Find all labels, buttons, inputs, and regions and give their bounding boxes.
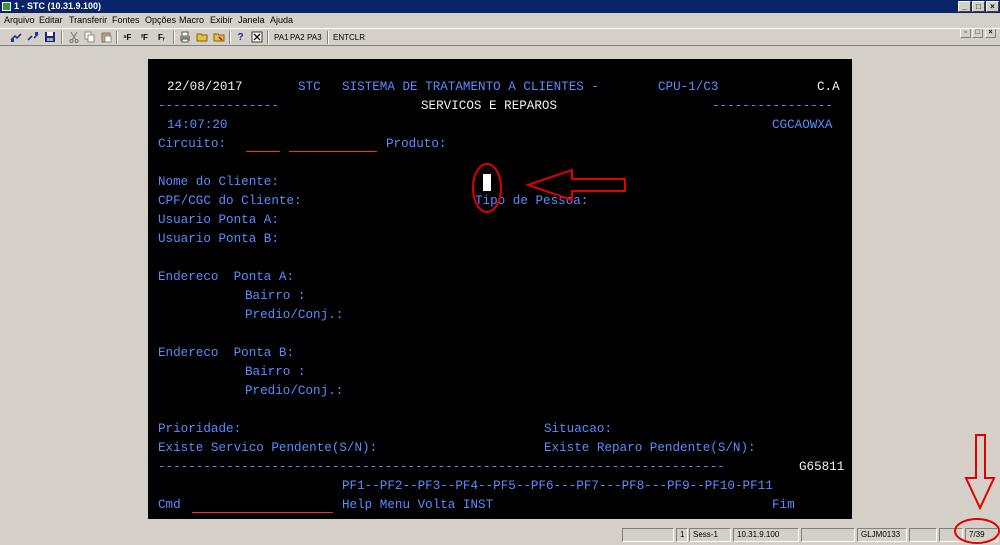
minimize-button[interactable]: _ — [958, 1, 971, 12]
toolbar-separator — [61, 31, 63, 44]
program-id: CGCAOWXA — [772, 118, 833, 132]
pf-keys-legend: PF1--PF2--PF3--PF4--PF5--PF6---PF7---PF8… — [342, 479, 773, 493]
endereco-ponta-a-label: Endereco Ponta A: — [158, 270, 295, 284]
circuito-field-2[interactable] — [289, 151, 377, 152]
menu-ajuda[interactable]: Ajuda — [270, 13, 293, 27]
toolbar-separator — [116, 31, 118, 44]
save-folder-icon[interactable] — [212, 31, 225, 44]
bottom-rule: ----------------------------------------… — [158, 460, 725, 474]
bairro-a-label: Bairro : — [245, 289, 306, 303]
cmd-label: Cmd — [158, 498, 181, 512]
tipo-pessoa-label: Tipo de Pessoa: — [475, 194, 589, 208]
clear-button[interactable]: CLR — [349, 31, 365, 44]
toolbar-separator — [327, 31, 329, 44]
app-icon[interactable] — [2, 2, 11, 11]
host-address: 10.31.9.100 — [733, 528, 799, 542]
status-blank-2 — [801, 528, 855, 542]
status-blank-4 — [939, 528, 963, 542]
endereco-ponta-b-label: Endereco Ponta B: — [158, 346, 295, 360]
toolbar-separator — [229, 31, 231, 44]
prioridade-label: Prioridade: — [158, 422, 242, 436]
copy-icon[interactable] — [83, 31, 96, 44]
close-session-icon[interactable] — [250, 31, 263, 44]
screen-time: 14:07:20 — [167, 118, 228, 132]
open-folder-icon[interactable] — [195, 31, 208, 44]
status-bar: 1 Sess-1 10.31.9.100 GLJM0133 7/39 — [0, 526, 1000, 545]
situacao-label: Situacao: — [544, 422, 613, 436]
window-title: 1 - STC (10.31.9.100) — [14, 1, 102, 11]
menu-bar: Arquivo Editar Transferir Fontes Opções … — [0, 13, 1000, 38]
terminal-screen[interactable]: 22/08/2017 STC SISTEMA DE TRATAMENTO A C… — [148, 59, 852, 519]
cut-icon[interactable] — [67, 31, 80, 44]
cursor-position: 7/39 — [965, 528, 998, 542]
pa1-button[interactable]: PA1 — [274, 31, 289, 44]
circuito-label: Circuito: — [158, 137, 227, 151]
toolbar: ˢF ᶠF Fᵣ ? PA1 PA2 PA3 ENT CLR — [0, 28, 1000, 46]
menu-exibir[interactable]: Exibir — [210, 13, 233, 27]
pa3-button[interactable]: PA3 — [307, 31, 322, 44]
usuario-ponta-a-label: Usuario Ponta A: — [158, 213, 279, 227]
system-code: STC — [298, 80, 321, 94]
menu-opcoes[interactable]: Opções — [145, 13, 176, 27]
menu-janela[interactable]: Janela — [238, 13, 265, 27]
help-icon[interactable]: ? — [234, 31, 247, 44]
menu-fontes[interactable]: Fontes — [112, 13, 140, 27]
title-bar: 1 - STC (10.31.9.100) _ □ × — [0, 0, 1000, 13]
maximize-button[interactable]: □ — [972, 1, 985, 12]
screen-title: SERVICOS E REPAROS — [421, 99, 558, 113]
cpu-id: CPU-1/C3 — [658, 80, 719, 94]
paste-icon[interactable] — [99, 31, 112, 44]
predio-b-label: Predio/Conj.: — [245, 384, 344, 398]
pf-actions-legend: Help Menu Volta INST — [342, 498, 494, 512]
menu-transferir[interactable]: Transferir — [69, 13, 107, 27]
lu-name: GLJM0133 — [857, 528, 907, 542]
menu-editar[interactable]: Editar — [39, 13, 63, 27]
nome-cliente-label: Nome do Cliente: — [158, 175, 279, 189]
circuito-field-1[interactable] — [246, 151, 280, 152]
screen-code: G65811 — [799, 460, 845, 474]
usuario-ponta-b-label: Usuario Ponta B: — [158, 232, 279, 246]
enter-button[interactable]: ENT — [333, 31, 349, 44]
font-smaller-icon[interactable]: Fᵣ — [155, 31, 168, 44]
session-number: 1 — [676, 528, 688, 542]
font-size-icon[interactable]: ˢF — [121, 31, 134, 44]
top-right-code: C.A — [817, 80, 840, 94]
header-rule-right: ---------------- — [712, 99, 833, 113]
font-larger-icon[interactable]: ᶠF — [138, 31, 151, 44]
screen-date: 22/08/2017 — [167, 80, 243, 94]
bairro-b-label: Bairro : — [245, 365, 306, 379]
status-pointer-arrow — [964, 434, 996, 511]
produto-label: Produto: — [386, 137, 447, 151]
pf-fim-label: Fim — [772, 498, 795, 512]
menu-arquivo[interactable]: Arquivo — [4, 13, 35, 27]
predio-a-label: Predio/Conj.: — [245, 308, 344, 322]
cmd-field-underline — [192, 512, 333, 513]
pa2-button[interactable]: PA2 — [290, 31, 305, 44]
session-name: Sess-1 — [689, 528, 731, 542]
servico-pendente-label: Existe Servico Pendente(S/N): — [158, 441, 378, 455]
reparo-pendente-label: Existe Reparo Pendente(S/N): — [544, 441, 756, 455]
status-blank — [622, 528, 674, 542]
menu-macro[interactable]: Macro — [179, 13, 204, 27]
toolbar-separator — [173, 31, 175, 44]
connect-icon[interactable] — [9, 31, 22, 44]
disconnect-icon[interactable] — [26, 31, 39, 44]
close-button[interactable]: × — [986, 1, 999, 12]
status-blank-3 — [909, 528, 937, 542]
system-name: SISTEMA DE TRATAMENTO A CLIENTES - — [342, 80, 599, 94]
save-icon[interactable] — [43, 31, 56, 44]
header-rule-left: ---------------- — [158, 99, 279, 113]
text-cursor — [483, 174, 491, 191]
print-icon[interactable] — [178, 31, 191, 44]
cpf-cgc-label: CPF/CGC do Cliente: — [158, 194, 302, 208]
toolbar-separator — [267, 31, 269, 44]
